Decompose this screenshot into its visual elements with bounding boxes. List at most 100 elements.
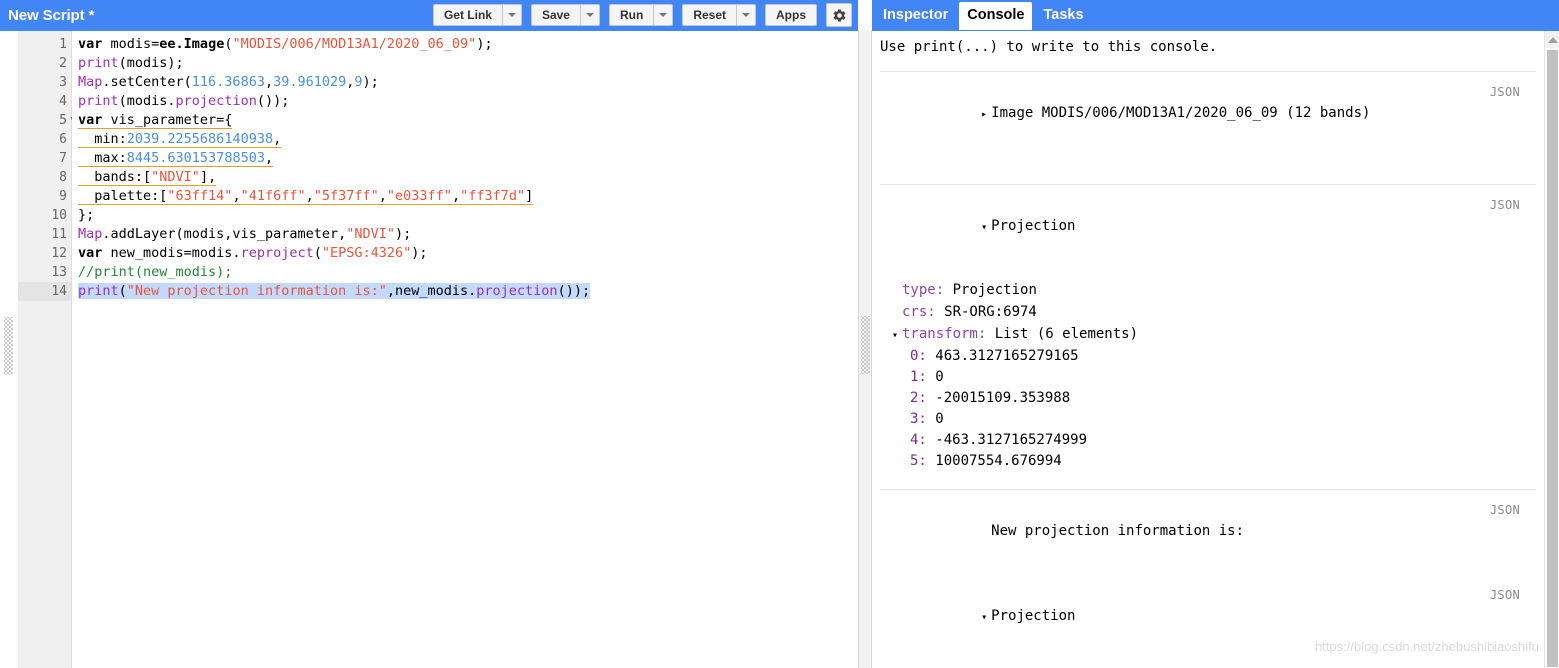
scrollbar-thumb[interactable] [1547,50,1558,667]
console-row-key: type: [902,282,944,298]
collapse-triangle-icon[interactable] [981,217,991,238]
code-token: }; [78,207,94,223]
collapse-triangle-icon[interactable] [981,607,991,628]
console-scroll-region: Use print(...) to write to this console.… [872,31,1544,668]
console-row: 2: -20015109.353988 [872,388,1544,409]
apps-button[interactable]: Apps [765,4,817,26]
settings-button[interactable] [826,3,852,27]
code-token: , [232,188,240,204]
console-row: 0: 463.3127165279165 [872,346,1544,367]
code-token: ] [525,188,533,204]
json-link[interactable]: JSON [1490,500,1520,521]
console-row-index: 3: [910,411,927,427]
code-token: vis_parameter={ [111,112,233,128]
code-token: print [78,93,119,109]
gear-icon [832,8,847,23]
collapse-triangle-icon[interactable] [892,325,902,346]
code-token: ], [200,169,216,185]
code-token: , [306,188,314,204]
console-item-header[interactable]: Projection JSON [872,585,1544,668]
get-link-dropdown-arrow-icon[interactable] [502,4,522,26]
console-row-value: -20015109.353988 [927,390,1070,406]
code-line: print(modis.projection()); [72,92,858,111]
expand-triangle-icon[interactable] [981,104,991,125]
code-token: "NDVI" [151,169,200,185]
run-button[interactable]: Run [609,4,653,26]
code-token: min: [78,131,127,147]
code-text-area[interactable]: var modis=ee.Image("MODIS/006/MOD13A1/20… [72,31,858,668]
console-scrollbar[interactable] [1544,31,1559,668]
code-token: ( [314,245,322,261]
console-hint-text: Use print(...) to write to this console. [872,31,1544,58]
line-number: 7 [18,149,71,168]
console-tab-bar: Inspector Console Tasks [872,0,1559,30]
console-item-header-text: Image MODIS/006/MOD13A1/2020_06_09 (12 b… [991,105,1370,121]
code-token: bands:[ [78,169,151,185]
console-row-index: 1: [910,369,927,385]
code-token: projection [176,93,257,109]
tab-tasks[interactable]: Tasks [1035,2,1091,30]
console-row-index: 0: [910,348,927,364]
console-item-header[interactable]: Projection JSON [872,195,1544,280]
code-text: Map.addLayer(modis,vis_parameter,"NDVI")… [78,226,411,242]
code-editor-region: 1 2 3 4 5 ▼ 6 7 8 9 10 11 12 13 14 var m… [0,30,858,668]
json-link[interactable]: JSON [1490,585,1520,606]
code-token: , [452,188,460,204]
get-link-button[interactable]: Get Link [433,4,502,26]
code-text: }; [78,207,94,223]
run-dropdown-arrow-icon[interactable] [653,4,673,26]
code-token: 2039.2255686140938 [127,131,273,147]
line-number: 9 [18,187,71,206]
console-row-value: SR-ORG:6974 [936,304,1037,320]
tab-console[interactable]: Console [959,2,1032,30]
console-row-index: 5: [910,453,927,469]
code-text: print(modis); [78,55,184,71]
console-row: 4: -463.3127165274999 [872,430,1544,451]
console-row-index: 2: [910,390,927,406]
code-token: ); [411,245,427,261]
save-dropdown-arrow-icon[interactable] [580,4,600,26]
line-number-with-fold: 5 ▼ [18,111,71,130]
code-token: max: [78,150,127,166]
code-token: var [78,36,111,52]
code-line: }; [72,206,858,225]
json-link[interactable]: JSON [1490,82,1520,103]
code-token: projection [476,283,557,299]
console-row-value: 463.3127165279165 [927,348,1079,364]
line-number-gutter: 1 2 3 4 5 ▼ 6 7 8 9 10 11 12 13 14 [18,31,72,668]
console-row-value: 0 [927,411,944,427]
no-triangle-icon [892,303,902,324]
scroll-up-arrow-icon[interactable] [1545,31,1559,48]
code-text: max:8445.630153788503, [78,150,273,167]
code-text: var new_modis=modis.reproject("EPSG:4326… [78,245,428,261]
console-item-header-text: Projection [991,218,1075,234]
console-item-header-text: Projection [991,608,1075,624]
reset-dropdown-arrow-icon[interactable] [736,4,756,26]
console-item-header[interactable]: Image MODIS/006/MOD13A1/2020_06_09 (12 b… [872,82,1544,167]
code-token: "MODIS/006/MOD13A1/2020_06_09" [232,36,476,52]
code-line: Map.setCenter(116.36863,39.961029,9); [72,73,858,92]
reset-button[interactable]: Reset [682,4,736,26]
code-selection: print("New projection information is:",n… [78,283,590,299]
console-row-value: 0 [927,369,944,385]
editor-pane: New Script * Get Link Save Run Reset [0,0,858,668]
no-triangle-icon [892,281,902,302]
left-panel-splitter[interactable] [0,31,18,668]
line-number: 2 [18,54,71,73]
line-number: 1 [18,35,71,54]
console-row-expandable[interactable]: transform: List (6 elements) [872,324,1544,346]
tab-inspector[interactable]: Inspector [875,2,956,30]
code-token: ee.Image [159,36,224,52]
code-line: min:2039.2255686140938, [72,130,858,149]
code-token: "NDVI" [346,226,395,242]
code-token: ); [476,36,492,52]
reset-button-group: Reset [682,4,756,26]
panel-splitter[interactable] [858,30,872,668]
code-text: print(modis.projection()); [78,93,289,109]
code-token: print [78,55,119,71]
line-number: 6 [18,130,71,149]
code-token: "EPSG:4326" [322,245,411,261]
console-row-key: crs: [902,304,936,320]
save-button[interactable]: Save [531,4,580,26]
json-link[interactable]: JSON [1490,195,1520,216]
